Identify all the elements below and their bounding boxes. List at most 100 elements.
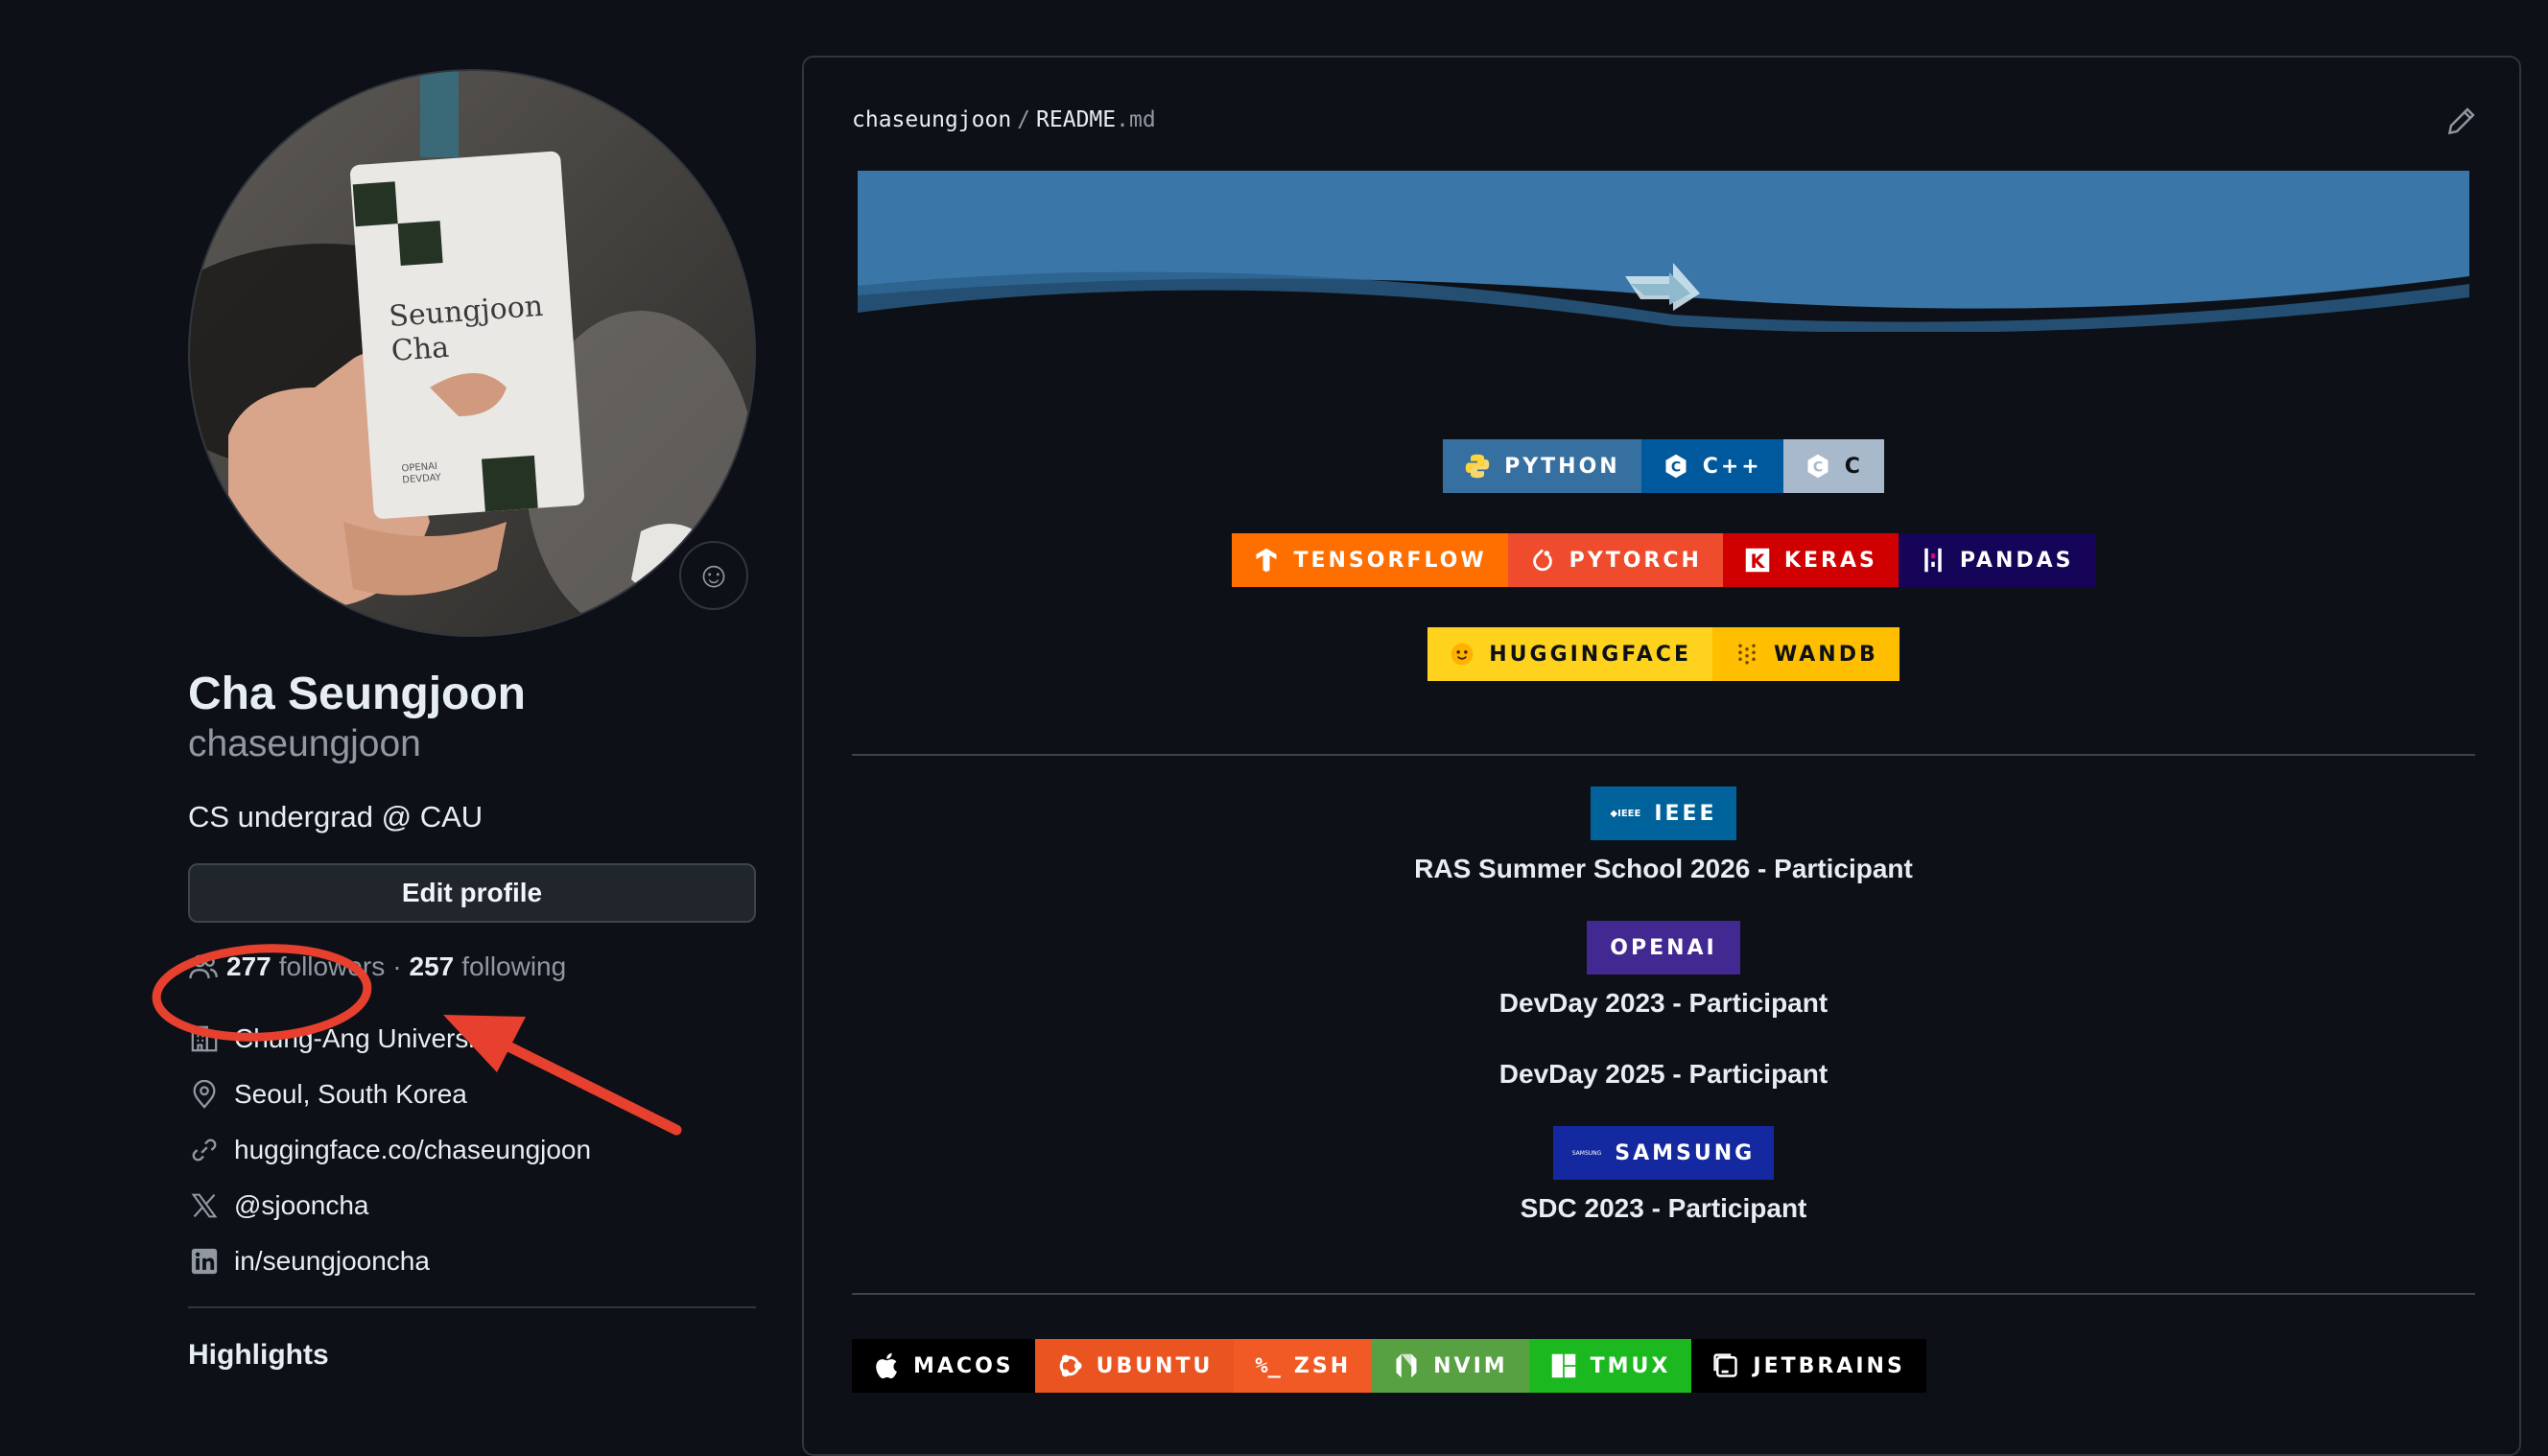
readme-path-separator: / [1017,107,1031,132]
badge-row-env: MACOS UBUNTU %_ ZSH NVIM TMUX JETBRAINS [852,1339,1926,1393]
badge-ieee-label: IEEE [1654,801,1717,826]
followers-link[interactable]: 277 followers [226,951,385,982]
detail-website-text[interactable]: huggingface.co/chaseungjoon [234,1135,591,1165]
badge-pandas-label: PANDAS [1959,548,2074,573]
location-icon [188,1078,221,1111]
huggingface-icon [1449,641,1475,668]
readme-path: chaseungjoon / README.md [852,107,1156,132]
badge-zsh: %_ ZSH [1234,1339,1373,1393]
badge-wandb-label: WANDB [1774,642,1878,667]
detail-location-text: Seoul, South Korea [234,1079,467,1109]
samsung-icon: SAMSUNG [1571,1149,1602,1157]
badge-c-label: C [1844,454,1863,479]
readme-divider-2 [852,1293,2475,1295]
detail-organization-text: Chung-Ang University [234,1023,496,1053]
badge-python-label: PYTHON [1504,454,1620,479]
avatar[interactable]: Seungjoon Cha OPENAI DEVDAY [188,69,756,637]
event-openai-badge-row: OPENAI [804,921,2523,975]
x-logo-icon [188,1189,221,1222]
people-icon [188,951,219,982]
edit-profile-button[interactable]: Edit profile [188,863,756,923]
badge-ieee: ◆IEEE IEEE [1591,787,1736,840]
c-icon: C [1805,453,1831,480]
set-status-button[interactable]: ☺ [679,541,748,610]
badge-tensorflow-label: TENSORFLOW [1293,548,1487,573]
badge-row-tools: HUGGINGFACE WANDB [804,627,2523,681]
highlights-heading: Highlights [188,1339,329,1371]
svg-text:K: K [1750,551,1765,573]
following-label: following [461,951,567,981]
wandb-icon [1734,641,1760,668]
readme-file-base: README [1036,107,1117,132]
neovim-icon [1393,1352,1420,1379]
following-link[interactable]: 257 following [410,951,567,982]
keras-icon: K [1744,547,1771,574]
profile-login: chaseungjoon [188,723,421,764]
badge-keras: K KERAS [1722,533,1899,587]
followers-count: 277 [226,951,271,981]
badge-ubuntu-label: UBUNTU [1096,1353,1214,1378]
badge-cpp-label: C++ [1702,454,1762,479]
badge-nvim: NVIM [1372,1339,1529,1393]
event-ieee-text: RAS Summer School 2026 - Participant [1414,854,1913,883]
profile-name: Cha Seungjoon [188,669,526,719]
badge-row-ml: TENSORFLOW PYTORCH K KERAS PANDAS [804,533,2523,587]
badge-pytorch-label: PYTORCH [1569,548,1702,573]
cpp-icon: C [1663,453,1689,480]
badge-zsh-label: ZSH [1293,1353,1352,1378]
detail-x-text[interactable]: @sjooncha [234,1190,369,1221]
svg-text:C: C [1671,459,1681,475]
detail-organization: Chung-Ang University [188,1011,756,1067]
badge-jetbrains: JETBRAINS [1691,1339,1926,1393]
ieee-icon: ◆IEEE [1610,808,1641,819]
pencil-icon [2447,107,2475,135]
followers-label: followers [278,951,386,981]
badge-tensorflow: TENSORFLOW [1232,533,1508,587]
linkedin-icon [188,1245,221,1278]
badge-huggingface-label: HUGGINGFACE [1489,642,1691,667]
readme-card: chaseungjoon / README.md PYTHON C C++ C … [802,56,2521,1456]
badge-python: PYTHON [1443,439,1641,493]
edit-readme-button[interactable] [2446,106,2477,141]
badge-jetbrains-label: JETBRAINS [1753,1353,1905,1378]
event-openai-text-2: DevDay 2025 - Participant [1498,1059,1828,1089]
link-icon [188,1134,221,1166]
readme-owner[interactable]: chaseungjoon [852,107,1011,132]
apple-icon [873,1352,900,1379]
badge-c: C C [1782,439,1884,493]
badge-samsung-label: SAMSUNG [1615,1140,1756,1165]
pytorch-icon [1529,547,1556,574]
badge-tmux-label: TMUX [1590,1353,1671,1378]
badge-tmux: TMUX [1528,1339,1692,1393]
svg-text:C: C [1813,459,1823,475]
smiley-icon: ☺ [695,554,733,596]
badge-openai-label: OPENAI [1610,935,1717,960]
detail-website[interactable]: huggingface.co/chaseungjoon [188,1122,756,1178]
following-count: 257 [409,951,455,981]
event-openai-text-1: DevDay 2023 - Participant [1498,988,1828,1018]
profile-bio: CS undergrad @ CAU [188,800,484,834]
readme-file-ext: .md [1116,107,1156,132]
badge-keras-label: KERAS [1783,548,1877,573]
detail-linkedin-text[interactable]: in/seungjooncha [234,1246,430,1277]
badge-samsung: SAMSUNG SAMSUNG [1552,1126,1775,1180]
badge-pandas: PANDAS [1898,533,2095,587]
organization-icon [188,1022,221,1055]
event-samsung-badge-row: SAMSUNG SAMSUNG [804,1126,2523,1180]
zsh-icon: %_ [1255,1353,1281,1378]
dot-separator: · [392,951,402,981]
pandas-icon [1920,547,1946,574]
avatar-container: Seungjoon Cha OPENAI DEVDAY ☺ [188,69,756,637]
detail-x[interactable]: @sjooncha [188,1178,756,1233]
detail-linkedin[interactable]: in/seungjooncha [188,1233,756,1289]
jetbrains-icon [1712,1352,1739,1379]
badge-macos-label: MACOS [913,1353,1014,1378]
tmux-icon [1550,1352,1577,1379]
badge-ubuntu: UBUNTU [1034,1339,1235,1393]
event-ieee-badge-row: ◆IEEE IEEE [804,787,2523,840]
readme-banner [858,171,2469,332]
profile-sidebar: Seungjoon Cha OPENAI DEVDAY ☺ Cha Seungj… [188,69,756,1372]
sidebar-divider [188,1306,756,1308]
badge-pytorch: PYTORCH [1507,533,1723,587]
badge-cpp: C C++ [1640,439,1783,493]
